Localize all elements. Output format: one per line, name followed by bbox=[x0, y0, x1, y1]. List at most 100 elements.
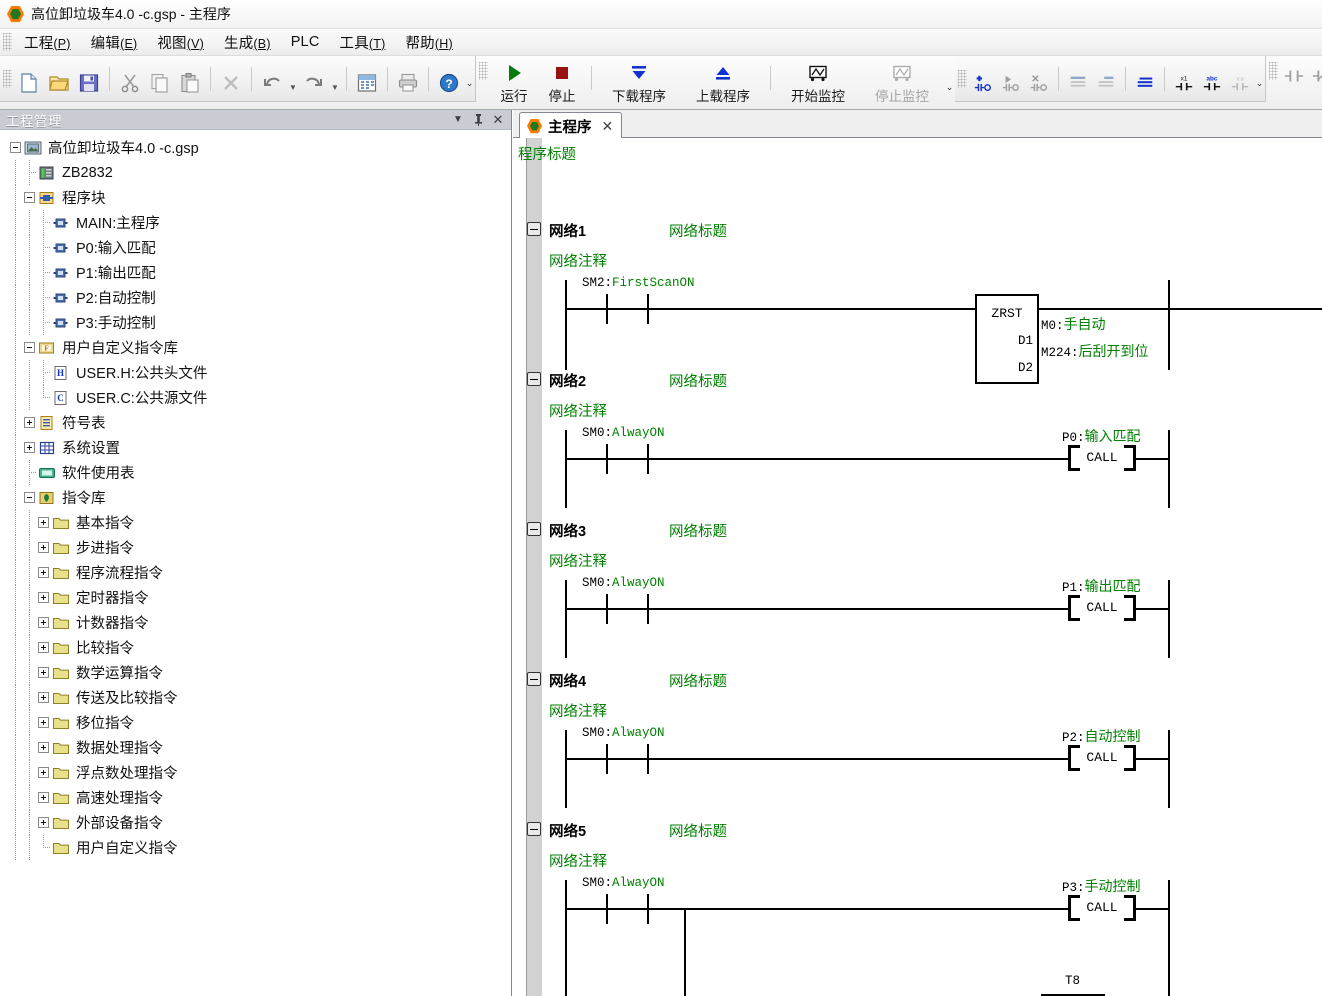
tree-node-p3-routine[interactable]: P3:手动控制 bbox=[0, 310, 511, 335]
toolbar-plc-grip[interactable] bbox=[479, 62, 488, 80]
toolbar-ladder-grip[interactable] bbox=[958, 69, 967, 88]
x1-contact-button[interactable]: x1 bbox=[1170, 64, 1198, 93]
network-1-title[interactable]: 网络标题 bbox=[669, 220, 727, 241]
menu-item-help[interactable]: 帮助(H) bbox=[395, 29, 462, 56]
tab-main-program[interactable]: 主程序 ✕ bbox=[519, 112, 623, 139]
download-program-button[interactable]: 下载程序 bbox=[597, 56, 681, 105]
tree-node-folder-compare[interactable]: 比较指令 bbox=[0, 635, 511, 660]
tree-node-program-block[interactable]: 程序块 bbox=[0, 185, 511, 210]
toolbar-plc-overflow[interactable]: ⌄ bbox=[944, 56, 955, 106]
tree-node-user-c[interactable]: C USER.C:公共源文件 bbox=[0, 385, 511, 410]
cut-button[interactable] bbox=[115, 63, 145, 94]
tree-node-zb2832[interactable]: ZB2832 bbox=[0, 160, 511, 185]
expander-expand-icon[interactable] bbox=[38, 767, 49, 778]
toolbar-standard-overflow[interactable]: ⌄ bbox=[464, 57, 475, 101]
menu-item-build[interactable]: 生成(B) bbox=[214, 29, 281, 56]
expander-expand-icon[interactable] bbox=[24, 417, 35, 428]
expander-collapse-icon[interactable] bbox=[24, 192, 35, 203]
call-coil[interactable]: CALL bbox=[1068, 895, 1136, 921]
toolbar-standard-grip[interactable] bbox=[3, 69, 12, 88]
tree-node-p1-routine[interactable]: P1:输出匹配 bbox=[0, 260, 511, 285]
tree-node-folder-basic[interactable]: 基本指令 bbox=[0, 510, 511, 535]
expander-expand-icon[interactable] bbox=[38, 617, 49, 628]
start-monitor-button[interactable]: 开始监控 bbox=[776, 56, 860, 105]
expander-collapse-icon[interactable] bbox=[24, 342, 35, 353]
tree-node-folder-shift[interactable]: 移位指令 bbox=[0, 710, 511, 735]
menu-item-plc[interactable]: PLC bbox=[281, 31, 330, 53]
abc-contact-button[interactable]: abc bbox=[1198, 64, 1226, 93]
tree-node-folder-highspeed[interactable]: 高速处理指令 bbox=[0, 785, 511, 810]
network-5-title[interactable]: 网络标题 bbox=[669, 820, 727, 841]
network-5-comment[interactable]: 网络注释 bbox=[549, 850, 607, 871]
expander-expand-icon[interactable] bbox=[38, 692, 49, 703]
network-2-comment[interactable]: 网络注释 bbox=[549, 400, 607, 421]
tree-node-folder-transfer[interactable]: 传送及比较指令 bbox=[0, 685, 511, 710]
zrst-d1-operand[interactable]: M0:手自动 bbox=[1041, 314, 1106, 334]
undo-button[interactable] bbox=[257, 63, 287, 94]
compile-button[interactable] bbox=[352, 63, 382, 94]
stop-button[interactable]: 停止 bbox=[538, 56, 586, 105]
panel-close-button[interactable]: ✕ bbox=[488, 111, 508, 129]
run-button[interactable]: 运行 bbox=[490, 56, 538, 105]
tree-node-system-settings[interactable]: 系统设置 bbox=[0, 435, 511, 460]
delete-contact-button[interactable] bbox=[1025, 64, 1053, 93]
contact-label-sm0[interactable]: SM0:AlwayON bbox=[582, 876, 665, 890]
panel-menu-button[interactable]: ▼ bbox=[448, 111, 468, 129]
nc-contact-button[interactable] bbox=[1308, 56, 1322, 86]
network-3-collapse-toggle[interactable] bbox=[527, 522, 541, 536]
network-1-comment[interactable]: 网络注释 bbox=[549, 250, 607, 271]
tree-node-folder-userdef[interactable]: 用户自定义指令 bbox=[0, 835, 511, 860]
network-4-title[interactable]: 网络标题 bbox=[669, 670, 727, 691]
insert-contact-button[interactable] bbox=[969, 64, 997, 93]
coil-operand[interactable]: P0:输入匹配 bbox=[1062, 426, 1141, 446]
save-button[interactable] bbox=[74, 63, 104, 94]
tree-node-folder-timer[interactable]: 定时器指令 bbox=[0, 585, 511, 610]
network-3-rung[interactable]: SM0:AlwayON CALL P1:输出匹配 bbox=[513, 576, 1322, 658]
expander-expand-icon[interactable] bbox=[38, 742, 49, 753]
expander-expand-icon[interactable] bbox=[38, 642, 49, 653]
ladder-canvas[interactable]: 程序标题 网络1 网络标题 网络注释 SM2:FirstScanON ZRST … bbox=[513, 138, 1322, 996]
tree-node-instruction-lib[interactable]: 指令库 bbox=[0, 485, 511, 510]
upload-program-button[interactable]: 上载程序 bbox=[681, 56, 765, 105]
expander-collapse-icon[interactable] bbox=[24, 492, 35, 503]
contact-label-sm0[interactable]: SM0:AlwayON bbox=[582, 726, 665, 740]
tree-node-folder-step[interactable]: 步进指令 bbox=[0, 535, 511, 560]
tree-node-main-routine[interactable]: MAIN:主程序 bbox=[0, 210, 511, 235]
coil-operand[interactable]: P1:输出匹配 bbox=[1062, 576, 1141, 596]
network-4-rung[interactable]: SM0:AlwayON CALL P2:自动控制 bbox=[513, 726, 1322, 808]
project-tree[interactable]: 高位卸垃圾车4.0 -c.gsp ZB2832 程序块 MAIN:主程序 P0:… bbox=[0, 131, 511, 996]
tree-node-symbol-table[interactable]: 符号表 bbox=[0, 410, 511, 435]
tree-node-folder-math[interactable]: 数学运算指令 bbox=[0, 660, 511, 685]
network-2-rung[interactable]: SM0:AlwayON CALL P0:输入匹配 bbox=[513, 426, 1322, 508]
tree-node-folder-external[interactable]: 外部设备指令 bbox=[0, 810, 511, 835]
panel-pin-button[interactable] bbox=[468, 111, 488, 129]
copy-button[interactable] bbox=[145, 63, 175, 94]
close-icon[interactable]: ✕ bbox=[602, 118, 614, 135]
no-contact-button[interactable] bbox=[1280, 56, 1308, 86]
open-file-button[interactable] bbox=[44, 63, 74, 94]
print-button[interactable] bbox=[393, 63, 423, 94]
contact-label-sm0[interactable]: SM0:AlwayON bbox=[582, 426, 665, 440]
network-5-rung[interactable]: SM0:AlwayON CALL P3:手动控制 T8 bbox=[513, 876, 1322, 996]
menu-item-project[interactable]: 工程(P) bbox=[14, 29, 81, 56]
expander-expand-icon[interactable] bbox=[38, 542, 49, 553]
tree-node-p0-routine[interactable]: P0:输入匹配 bbox=[0, 235, 511, 260]
network-4-collapse-toggle[interactable] bbox=[527, 672, 541, 686]
tree-node-project-root[interactable]: 高位卸垃圾车4.0 -c.gsp bbox=[0, 135, 511, 160]
align-top-button[interactable] bbox=[1064, 64, 1092, 93]
align-rows-button[interactable] bbox=[1131, 64, 1159, 93]
tree-node-folder-counter[interactable]: 计数器指令 bbox=[0, 610, 511, 635]
redo-button[interactable] bbox=[299, 63, 329, 94]
expander-expand-icon[interactable] bbox=[38, 567, 49, 578]
network-2-title[interactable]: 网络标题 bbox=[669, 370, 727, 391]
tree-node-user-h[interactable]: H USER.H:公共头文件 bbox=[0, 360, 511, 385]
network-4-comment[interactable]: 网络注释 bbox=[549, 700, 607, 721]
expander-expand-icon[interactable] bbox=[38, 792, 49, 803]
stop-monitor-button[interactable]: 停止监控 bbox=[860, 56, 944, 105]
redo-dropdown[interactable]: ▼ bbox=[329, 57, 341, 101]
menu-grip-handle[interactable] bbox=[3, 33, 12, 51]
toolbar-ladder-overflow[interactable]: ⌄ bbox=[1254, 57, 1265, 101]
menu-item-tools[interactable]: 工具(T) bbox=[330, 29, 396, 56]
tree-node-software-usage[interactable]: 软件使用表 bbox=[0, 460, 511, 485]
network-2-collapse-toggle[interactable] bbox=[527, 372, 541, 386]
